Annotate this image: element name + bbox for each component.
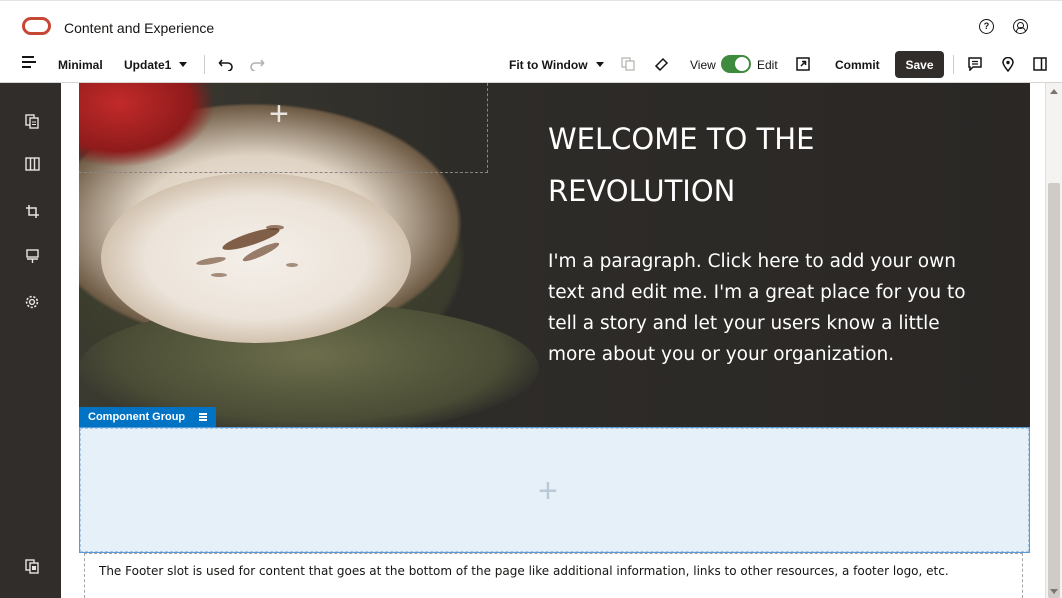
fit-to-window-dropdown[interactable]: Fit to Window xyxy=(509,58,604,72)
app-header: Content and Experience ? xyxy=(0,0,1062,46)
scroll-thumb[interactable] xyxy=(1048,183,1060,598)
empty-slot[interactable]: + xyxy=(79,83,488,173)
canvas-scrollbar[interactable] xyxy=(1045,83,1062,598)
crop-icon[interactable] xyxy=(24,203,40,219)
side-panel-icon[interactable] xyxy=(1031,55,1049,73)
edit-label: Edit xyxy=(757,58,778,72)
hero-section[interactable]: + WELCOME TO THE REVOLUTION I'm a paragr… xyxy=(79,83,1030,427)
component-group-label: Component Group xyxy=(88,411,186,423)
footer-text[interactable]: The Footer slot is used for content that… xyxy=(99,564,1019,578)
oracle-logo xyxy=(22,17,51,35)
component-group-dropzone[interactable]: + xyxy=(79,427,1030,553)
left-rail xyxy=(0,83,61,598)
theme-brush-icon[interactable] xyxy=(24,248,40,264)
layout-columns-icon[interactable] xyxy=(24,156,40,172)
component-group-tab[interactable]: Component Group xyxy=(79,407,217,427)
toolbar-divider xyxy=(204,55,205,74)
page-copy-icon[interactable] xyxy=(619,55,637,73)
hero-title[interactable]: WELCOME TO THE REVOLUTION xyxy=(548,113,968,217)
chevron-down-icon xyxy=(595,62,604,68)
view-label: View xyxy=(690,58,716,72)
location-pin-icon[interactable] xyxy=(999,55,1017,73)
update-dropdown[interactable]: Update1 xyxy=(124,58,188,72)
add-component-icon[interactable]: + xyxy=(269,97,289,131)
pages-icon[interactable] xyxy=(24,113,40,129)
page-canvas: + WELCOME TO THE REVOLUTION I'm a paragr… xyxy=(61,83,1045,598)
component-menu-icon[interactable] xyxy=(199,412,208,423)
comment-icon[interactable] xyxy=(966,55,984,73)
hero-background-coffee-cup xyxy=(101,173,411,343)
help-icon[interactable]: ? xyxy=(979,19,994,34)
add-component-icon[interactable]: + xyxy=(538,474,558,508)
open-external-icon[interactable] xyxy=(794,55,812,73)
eraser-icon[interactable] xyxy=(652,55,670,73)
settings-icon[interactable] xyxy=(24,294,40,310)
toolbar-divider xyxy=(953,55,954,74)
scroll-down-icon[interactable] xyxy=(1050,589,1058,594)
fit-to-window-label: Fit to Window xyxy=(509,58,588,72)
view-edit-toggle[interactable] xyxy=(721,55,751,73)
assets-icon[interactable] xyxy=(24,558,40,574)
commit-button[interactable]: Commit xyxy=(835,58,880,72)
layout-label[interactable]: Minimal xyxy=(58,58,103,72)
app-title: Content and Experience xyxy=(64,20,215,36)
chevron-down-icon xyxy=(179,62,188,68)
update-dropdown-label: Update1 xyxy=(124,58,172,72)
footer-slot[interactable]: The Footer slot is used for content that… xyxy=(84,553,1023,598)
save-button[interactable]: Save xyxy=(895,51,944,78)
scroll-up-icon[interactable] xyxy=(1050,89,1058,94)
redo-icon[interactable] xyxy=(248,55,266,73)
undo-icon[interactable] xyxy=(217,55,235,73)
user-icon[interactable] xyxy=(1013,19,1028,34)
hero-paragraph[interactable]: I'm a paragraph. Click here to add your … xyxy=(548,246,988,370)
menu-icon[interactable] xyxy=(22,56,36,68)
